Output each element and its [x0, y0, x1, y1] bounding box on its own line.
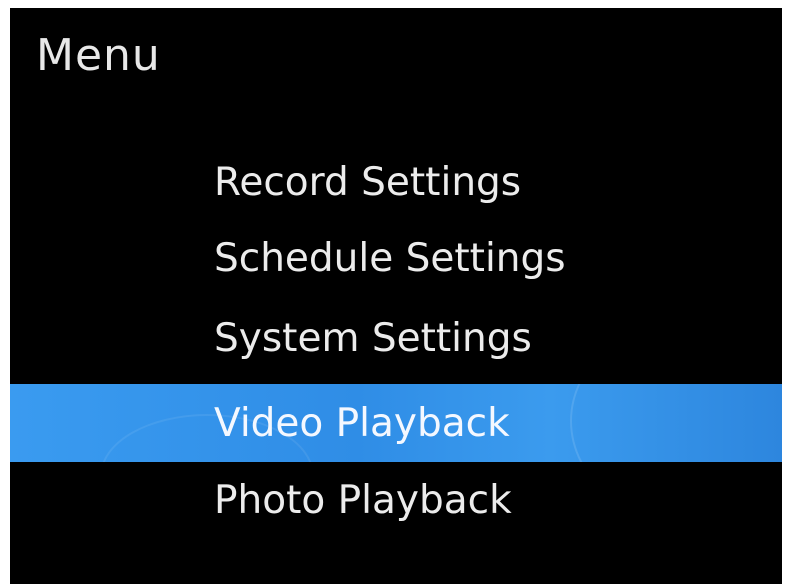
menu-item-label: Photo Playback [214, 477, 512, 523]
menu-title: Menu [36, 30, 161, 81]
menu-item-label: System Settings [214, 315, 532, 361]
menu-item-label: Schedule Settings [214, 235, 566, 281]
menu-item-system-settings[interactable]: System Settings [10, 296, 782, 380]
menu-item-photo-playback[interactable]: Photo Playback [10, 458, 782, 542]
highlight-decoration [570, 384, 782, 462]
menu-item-record-settings[interactable]: Record Settings [10, 144, 782, 220]
menu-item-label: Record Settings [214, 159, 522, 205]
menu-item-schedule-settings[interactable]: Schedule Settings [10, 216, 782, 300]
menu-item-video-playback[interactable]: Video Playback [10, 384, 782, 462]
menu-list: Record Settings Schedule Settings System… [10, 144, 782, 538]
device-menu-screen: Menu Record Settings Schedule Settings S… [10, 8, 782, 584]
menu-item-label: Video Playback [214, 400, 510, 446]
